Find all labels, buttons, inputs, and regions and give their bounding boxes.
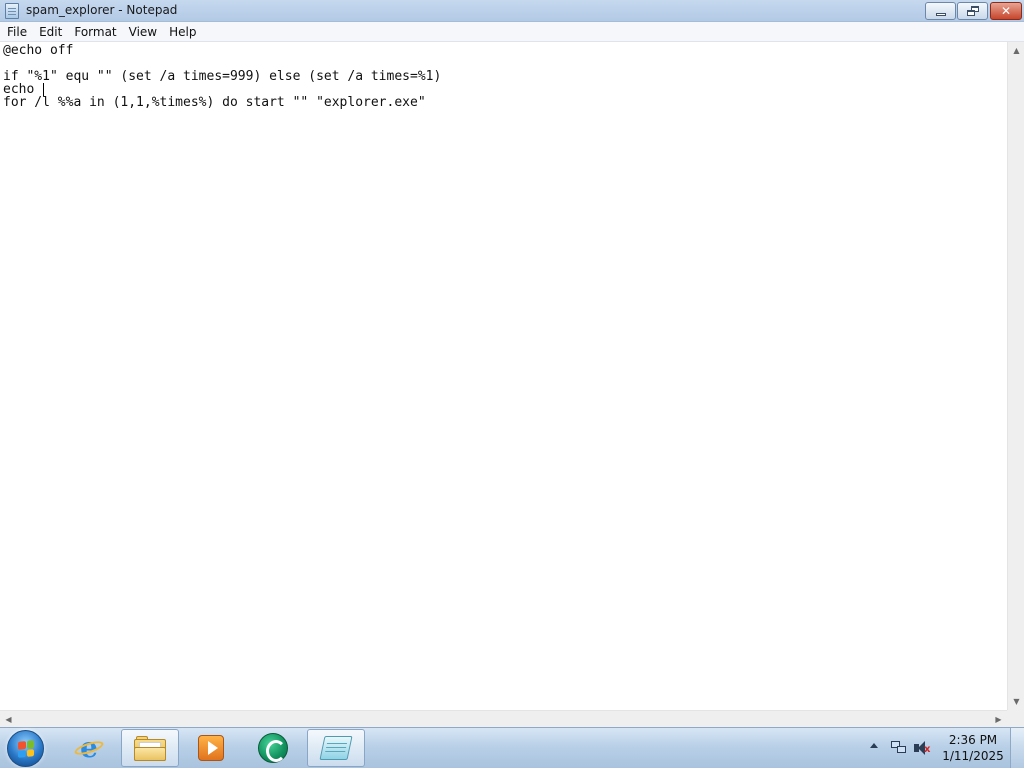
minimize-button[interactable] — [925, 2, 956, 20]
media-player-icon — [198, 735, 224, 761]
taskbar-media-player[interactable] — [182, 729, 240, 767]
horizontal-scrollbar[interactable]: ◀ ▶ — [0, 710, 1007, 727]
code-line: if "%1" equ "" (set /a times=999) else (… — [3, 69, 442, 84]
code-line: for /l %%a in (1,1,%times%) do start "" … — [3, 95, 426, 110]
menu-format[interactable]: Format — [68, 22, 122, 42]
title-bar[interactable]: spam_explorer - Notepad ✕ — [0, 0, 1024, 22]
code-line: @echo off — [3, 43, 74, 58]
scroll-left-arrow-icon[interactable]: ◀ — [0, 711, 17, 728]
show-hidden-icons-icon[interactable] — [870, 743, 878, 748]
notepad-icon — [319, 736, 353, 760]
network-icon[interactable] — [891, 741, 907, 755]
taskbar-notepad[interactable] — [307, 729, 365, 767]
clock-date: 1/11/2025 — [942, 749, 1004, 763]
minimize-icon — [935, 12, 946, 16]
windows-explorer-icon — [134, 735, 166, 761]
menu-view[interactable]: View — [123, 22, 163, 42]
vertical-scrollbar[interactable]: ▲ ▼ — [1007, 42, 1024, 710]
start-button[interactable] — [7, 730, 44, 767]
show-desktop-button[interactable] — [1010, 728, 1024, 768]
taskbar: e x 2:36 PM 1/11/2025 — [0, 727, 1024, 768]
window-title: spam_explorer - Notepad — [26, 3, 178, 17]
taskbar-windows-explorer[interactable] — [121, 729, 179, 767]
restore-icon — [966, 6, 979, 16]
menu-file[interactable]: File — [0, 22, 33, 42]
windows-logo-icon — [18, 740, 34, 758]
scroll-right-arrow-icon[interactable]: ▶ — [990, 711, 1007, 728]
size-grip[interactable] — [1007, 710, 1024, 727]
notepad-icon — [5, 3, 19, 19]
menu-bar: File Edit Format View Help — [0, 22, 1024, 42]
green-app-icon — [258, 733, 288, 763]
scroll-up-arrow-icon[interactable]: ▲ — [1008, 42, 1024, 59]
menu-edit[interactable]: Edit — [33, 22, 68, 42]
volume-muted-icon[interactable]: x — [914, 741, 932, 755]
taskbar-green-app[interactable] — [244, 729, 302, 767]
close-icon: ✕ — [1000, 4, 1012, 18]
clock-time: 2:36 PM — [948, 733, 998, 747]
close-button[interactable]: ✕ — [990, 2, 1022, 20]
scroll-down-arrow-icon[interactable]: ▼ — [1008, 693, 1024, 710]
internet-explorer-icon: e — [73, 734, 105, 762]
system-clock[interactable]: 2:36 PM 1/11/2025 — [940, 732, 1006, 764]
restore-button[interactable] — [957, 2, 988, 20]
taskbar-internet-explorer[interactable]: e — [60, 729, 118, 767]
menu-help[interactable]: Help — [163, 22, 202, 42]
text-editor[interactable]: @echo off if "%1" equ "" (set /a times=9… — [0, 42, 1007, 710]
